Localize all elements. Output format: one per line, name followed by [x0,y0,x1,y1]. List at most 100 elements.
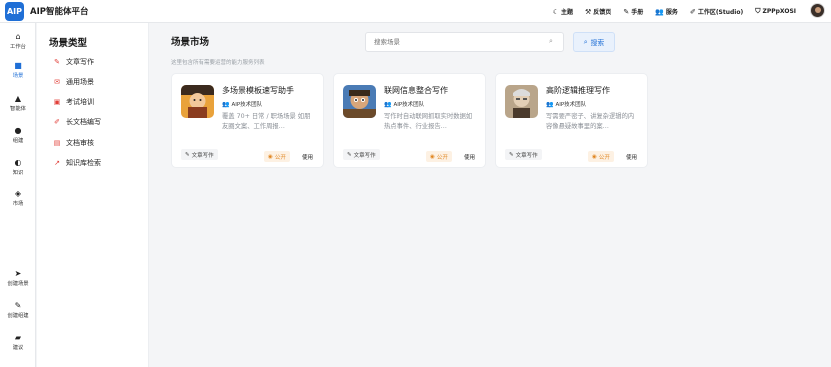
public-badge: ◉ 公开 [264,151,290,162]
nav-service[interactable]: 👥 服务 [655,7,678,17]
search-icon: ⌕ [549,37,553,45]
category-title: 场景类型 [49,38,88,49]
nav-manual[interactable]: ✎ 手册 [623,7,644,17]
card-author: 👥 AIP技术团队 [222,100,262,109]
rail-label: 知识 [12,170,24,176]
nav-workspace-label: 工作区(Studio) [697,9,744,16]
card-description: 写作时自动联网抓取实时数据如热点事件、行业报告… [384,113,473,130]
public-badge: ◉ 公开 [588,151,614,162]
top-nav: ☾ 主题 ⚒ 反馈页 ✎ 手册 👥 服务 ✐ 工作区(Studio) ⛉ ZPPpXOSI [553,0,796,23]
nav-feedback[interactable]: ⚒ 反馈页 [585,7,612,17]
scene-card[interactable]: 多场景模板速写助手 👥 AIP技术团队 覆盖 70+ 日常 / 职场场景 如朋友圈… [171,73,324,168]
category-item-long-doc[interactable]: ✐ 长文档编写 [53,117,101,127]
search-button-label: 搜索 [590,39,605,47]
app-logo[interactable]: AIP [5,1,24,21]
author-icon: 👥 [384,100,392,108]
globe-icon: ◉ [430,153,435,160]
card-author: 👥 AIP技术团队 [384,100,425,109]
rail-item-scene[interactable]: ■ 场景 [0,61,36,79]
scene-card[interactable]: 高阶逻辑推理写作 👥 AIP技术团队 写需要严密子、讲复杂逻辑的内容像悬疑故事里的… [495,73,648,168]
market-icon: ◈ [14,189,22,198]
nav-theme-label: 主题 [561,9,574,16]
card-name: 高阶逻辑推理写作 [546,86,610,95]
rail-item-component[interactable]: ● 组建 [0,126,36,144]
category-label: 长文档编写 [66,118,101,126]
search-button-icon: ⌕ [583,37,588,46]
card-description: 覆盖 70+ 日常 / 职场场景 如朋友圈文案、工作周报… [222,113,311,130]
manual-icon: ✎ [623,7,630,16]
rail-item-knowledge[interactable]: ◐ 知识 [0,158,36,176]
category-item-article[interactable]: ✎ 文章写作 [53,57,94,67]
home-icon: ⌂ [15,32,21,41]
tag-pen-icon: ✎ [509,151,514,158]
rail-item-agent[interactable]: ▲ 智能体 [0,94,36,112]
nav-service-label: 服务 [665,9,678,16]
nav-workspace[interactable]: ✐ 工作区(Studio) [689,7,744,17]
rail-label: 智能体 [10,106,26,112]
author-icon: 👥 [546,100,554,108]
user-avatar[interactable] [810,3,825,18]
category-label: 知识库检索 [66,159,101,167]
author-icon: 👥 [222,100,230,108]
globe-icon: ◉ [268,153,273,160]
nav-feedback-label: 反馈页 [593,9,612,16]
nav-user-name[interactable]: ⛉ ZPPpXOSI [755,7,796,16]
nav-manual-label: 手册 [631,9,644,16]
category-label: 考试培训 [66,98,94,106]
shield-icon: ⛉ [755,7,761,15]
card-name: 多场景模板速写助手 [222,86,294,95]
doc-review-icon: ▤ [53,139,61,147]
use-button[interactable]: 使用 [626,153,637,161]
tools-icon: ⚒ [585,7,592,16]
card-avatar [181,85,214,118]
card-tag: ✎ 文章写作 [505,149,542,160]
rail-label: 市场 [12,201,24,207]
rail-item-create-scene[interactable]: ➤ 创建场景 [0,269,36,287]
card-description: 写需要严密子、讲复杂逻辑的内容像悬疑故事里的案… [546,113,635,130]
rail-item-create-component[interactable]: ✎ 创建组建 [0,301,36,319]
card-avatar [505,85,538,118]
scene-card[interactable]: 联网信息整合写作 👥 AIP技术团队 写作时自动联网抓取实时数据如热点事件、行业报… [333,73,486,168]
category-panel: 场景类型 ✎ 文章写作 ✉ 通用场景 ▣ 考试培训 ✐ 长文档编写 ▤ 文档审核 ↗ 知识库… [37,23,149,367]
search-input[interactable] [365,32,564,52]
moon-icon: ☾ [552,7,559,16]
rail-label: 工作台 [10,44,26,50]
category-item-knowledge-search[interactable]: ↗ 知识库检索 [53,158,101,168]
chat-icon: ▰ [14,333,22,342]
category-item-doc-review[interactable]: ▤ 文档审核 [53,138,94,148]
use-button[interactable]: 使用 [464,153,475,161]
nav-user-label: ZPPpXOSI [762,8,796,15]
use-button[interactable]: 使用 [302,153,313,161]
category-label: 通用场景 [66,78,94,86]
globe-icon: ◉ [592,153,597,160]
search-button[interactable]: ⌕ 搜索 [573,32,615,52]
card-tag: ✎ 文章写作 [181,149,218,160]
nav-theme[interactable]: ☾ 主题 [552,7,574,17]
badge-label: 公开 [598,154,610,161]
card-author: 👥 AIP技术团队 [546,100,587,109]
scene-icon: ■ [14,61,22,70]
rail-item-workbench[interactable]: ⌂ 工作台 [0,32,36,50]
rail-item-suggestion[interactable]: ▰ 建议 [0,333,36,351]
rail-item-market[interactable]: ◈ 市场 [0,189,36,207]
workspace-icon: ✐ [689,7,696,16]
category-label: 文档审核 [66,139,94,147]
rail-label: 创建场景 [7,281,29,287]
card-author-label: AIP技术团队 [555,102,587,108]
app-title: AIP智能体平台 [30,7,89,17]
left-rail: ⌂ 工作台 ■ 场景 ▲ 智能体 ● 组建 ◐ 知识 ◈ 市场 ➤ 创建场景 ✎ 创建组建 ▰ 建… [0,23,36,367]
tag-pen-icon: ✎ [185,151,190,158]
rail-label: 创建组建 [7,313,29,319]
rail-label: 组建 [12,138,24,144]
category-item-exam[interactable]: ▣ 考试培训 [53,97,94,107]
card-tag-label: 文章写作 [191,152,214,159]
category-label: 文章写作 [66,58,94,66]
category-item-general[interactable]: ✉ 通用场景 [53,77,94,87]
team-icon: ● [14,126,22,135]
send-icon: ➤ [14,269,22,278]
exam-training-icon: ▣ [53,98,61,106]
card-name: 联网信息整合写作 [384,86,448,95]
agent-icon: ▲ [14,94,22,103]
badge-label: 公开 [436,154,448,161]
card-author-label: AIP技术团队 [393,102,425,108]
